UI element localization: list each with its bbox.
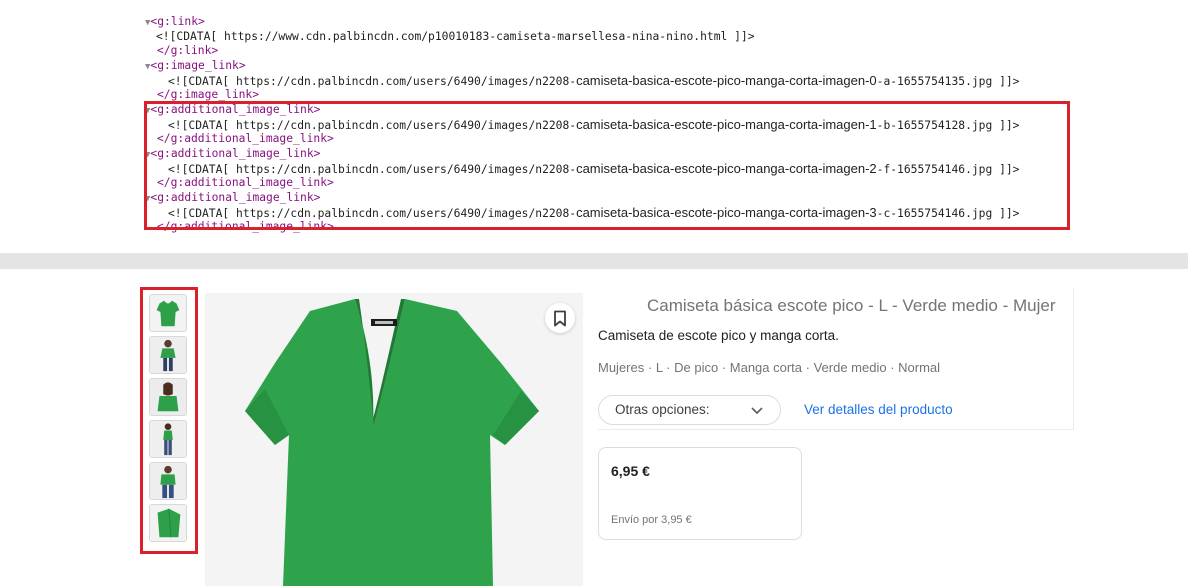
xml-close-tag: </g:additional_image_link>	[157, 219, 334, 234]
xml-tag-text: </g:image_link>	[157, 88, 260, 101]
xml-image-name: camiseta-basica-escote-pico-manga-corta-…	[576, 117, 877, 132]
separator-dot: ·	[886, 360, 899, 375]
xml-open-tag: ▼<g:additional_image_link>	[145, 102, 320, 117]
panel-border	[1073, 288, 1074, 430]
separator-dot: ·	[802, 360, 814, 375]
xml-cdata-url: <![CDATA[ https://www.cdn.palbincdn.com/…	[156, 30, 755, 43]
product-attribute: Normal	[898, 360, 941, 375]
xml-tag-text: <g:image_link>	[150, 59, 246, 72]
shipping-cost: Envío por 3,95 €	[611, 514, 692, 526]
thumbnail-front[interactable]	[149, 294, 187, 332]
thumbnail-strip	[140, 287, 198, 554]
green-tshirt-image	[205, 293, 583, 586]
xml-close-tag: </g:image_link>	[157, 87, 259, 102]
other-options-label: Otras opciones:	[615, 402, 710, 417]
xml-close-tag: </g:link>	[157, 43, 218, 58]
price: 6,95 €	[611, 463, 650, 479]
separator-dot: ·	[662, 360, 675, 375]
chevron-down-icon	[751, 407, 763, 415]
xml-cdata-suffix: -a-1655754135.jpg ]]>	[876, 75, 1020, 88]
product-attribute: Verde medio	[813, 360, 887, 375]
product-title: Camiseta básica escote pico - L - Verde …	[647, 296, 1056, 315]
xml-tag-text: </g:additional_image_link>	[157, 176, 334, 189]
xml-tag-text: <g:additional_image_link>	[150, 147, 321, 160]
thumbnail-model-front-jeans[interactable]	[149, 462, 187, 500]
separator-dot: ·	[644, 360, 656, 375]
product-attribute: Mujeres	[598, 360, 645, 375]
section-rule	[598, 429, 1074, 430]
product-attributes: Mujeres · L · De pico · Manga corta · Ve…	[598, 360, 940, 375]
xml-cdata-suffix: -c-1655754146.jpg ]]>	[876, 207, 1020, 220]
xml-cdata-suffix: -b-1655754128.jpg ]]>	[876, 119, 1020, 132]
xml-cdata-line: <![CDATA[ https://cdn.palbincdn.com/user…	[168, 117, 1019, 132]
product-main-image[interactable]	[205, 293, 583, 586]
xml-tag-text: <g:additional_image_link>	[150, 191, 321, 204]
xml-tag-text: </g:additional_image_link>	[157, 132, 334, 145]
xml-cdata-line: <![CDATA[ https://cdn.palbincdn.com/user…	[168, 161, 1019, 176]
xml-open-tag: ▼<g:image_link>	[145, 58, 246, 73]
other-options-dropdown[interactable]: Otras opciones:	[598, 395, 781, 425]
offer-card[interactable]: 6,95 € Envío por 3,95 €	[598, 447, 802, 540]
xml-tag-text: </g:link>	[157, 44, 219, 57]
bookmark-button[interactable]	[545, 303, 575, 333]
thumbnail-model-side[interactable]	[149, 420, 187, 458]
thumbnail-folded[interactable]	[149, 504, 187, 542]
product-description: Camiseta de escote pico y manga corta.	[598, 328, 839, 343]
xml-cdata-line: <![CDATA[ https://www.cdn.palbincdn.com/…	[156, 29, 755, 44]
xml-image-name: camiseta-basica-escote-pico-manga-corta-…	[576, 73, 877, 88]
product-details-link[interactable]: Ver detalles del producto	[804, 402, 953, 417]
xml-close-tag: </g:additional_image_link>	[157, 175, 334, 190]
xml-cdata-line: <![CDATA[ https://cdn.palbincdn.com/user…	[168, 205, 1019, 220]
xml-cdata-line: <![CDATA[ https://cdn.palbincdn.com/user…	[168, 73, 1019, 88]
bookmark-icon	[554, 310, 566, 326]
xml-image-name: camiseta-basica-escote-pico-manga-corta-…	[576, 205, 877, 220]
section-divider	[0, 253, 1188, 269]
product-attribute: L	[655, 360, 663, 375]
product-attribute: Manga corta	[729, 360, 803, 375]
thumbnail-model-back[interactable]	[149, 378, 187, 416]
product-attribute: De pico	[674, 360, 719, 375]
xml-open-tag: ▼<g:additional_image_link>	[145, 190, 320, 205]
xml-tag-text: </g:additional_image_link>	[157, 220, 334, 233]
xml-tag-text: <g:link>	[150, 15, 205, 28]
separator-dot: ·	[718, 360, 730, 375]
thumbnail-model-front[interactable]	[149, 336, 187, 374]
xml-open-tag: ▼<g:additional_image_link>	[145, 146, 320, 161]
xml-open-tag: ▼<g:link>	[145, 14, 205, 29]
xml-cdata-suffix: -f-1655754146.jpg ]]>	[876, 163, 1020, 176]
xml-image-name: camiseta-basica-escote-pico-manga-corta-…	[576, 161, 877, 176]
xml-source-view: ▼<g:link> <![CDATA[ https://www.cdn.palbi…	[0, 0, 1188, 252]
xml-tag-text: <g:additional_image_link>	[150, 103, 321, 116]
xml-close-tag: </g:additional_image_link>	[157, 131, 334, 146]
